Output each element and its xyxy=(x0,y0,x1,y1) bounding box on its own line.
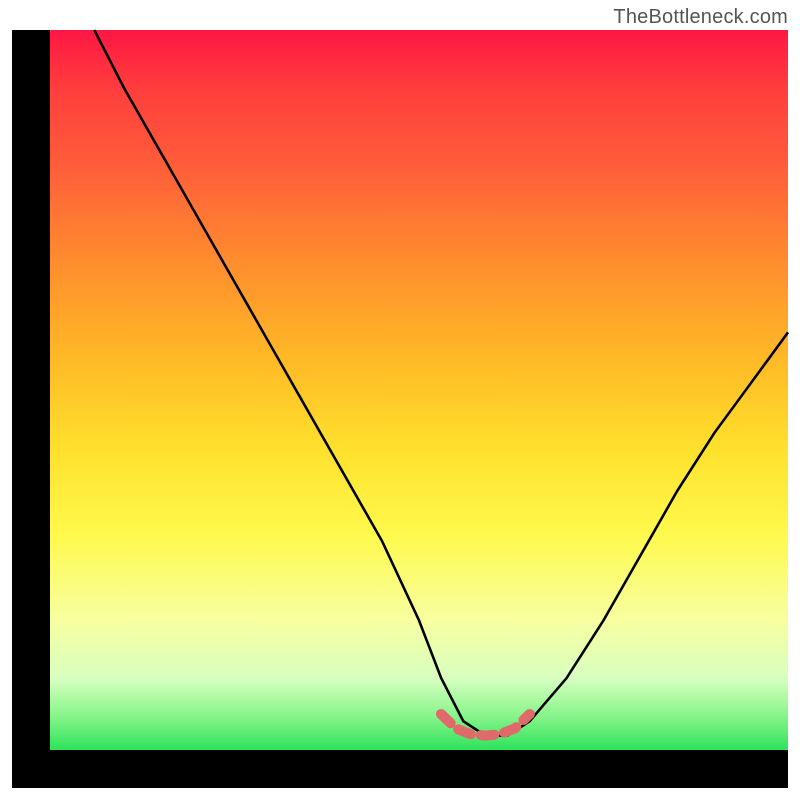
chart-container: TheBottleneck.com xyxy=(0,0,800,800)
plot-frame xyxy=(12,30,788,788)
watermark-text: TheBottleneck.com xyxy=(613,6,788,29)
chart-svg xyxy=(50,30,788,750)
optimal-zone-marker xyxy=(441,714,530,736)
bottleneck-curve xyxy=(94,30,788,736)
